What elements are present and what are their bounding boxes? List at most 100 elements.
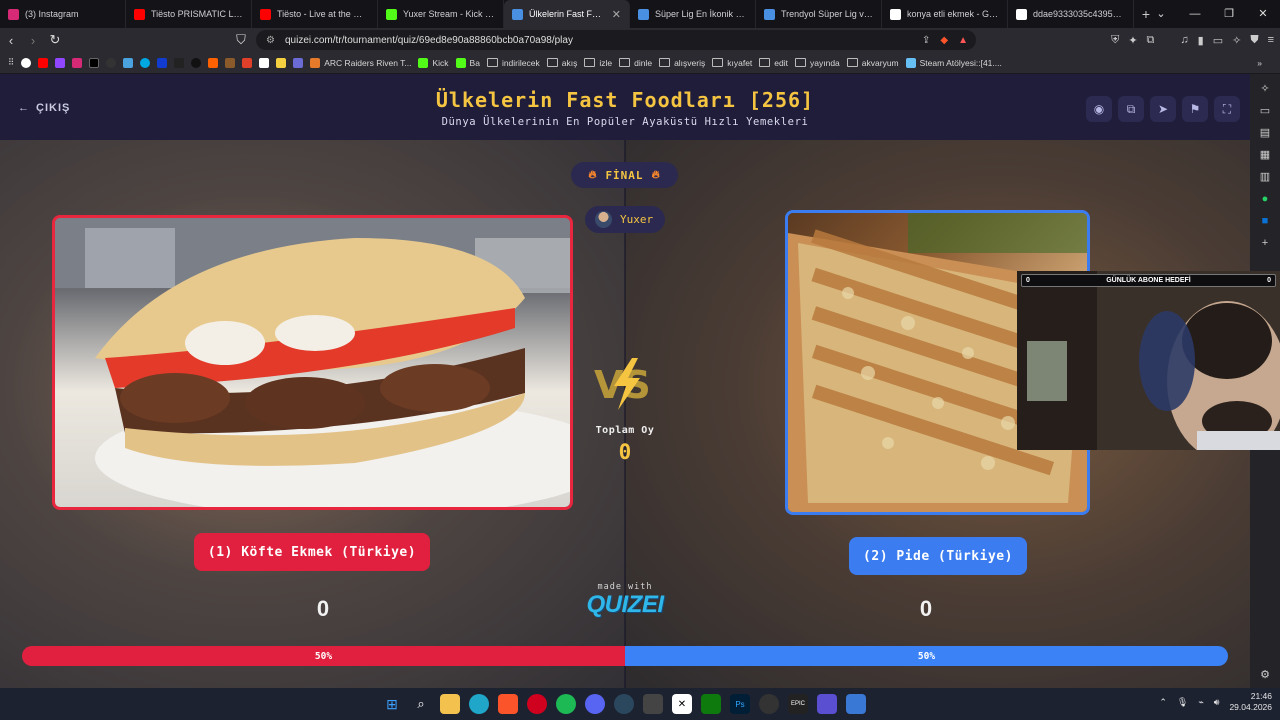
disney-icon[interactable] xyxy=(157,57,168,68)
obs-icon[interactable] xyxy=(759,694,779,714)
option-card-left[interactable] xyxy=(52,215,573,510)
browser-tab[interactable]: Trendyol Süper Lig ve 1.Lig xyxy=(756,0,882,28)
calculator-icon[interactable] xyxy=(643,694,663,714)
menu-icon[interactable]: ≡ xyxy=(1268,34,1274,46)
bookmark-item[interactable]: Steam Atölyesi::[41.... xyxy=(905,57,1002,68)
twitch-icon[interactable] xyxy=(55,57,66,68)
bookmark-folder[interactable]: kıyafet xyxy=(712,58,752,68)
app-icon[interactable] xyxy=(817,694,837,714)
hb-icon[interactable] xyxy=(208,57,219,68)
sidebar-toggle-icon[interactable]: ▮ xyxy=(1198,34,1204,47)
wallet-icon[interactable]: ▭ xyxy=(1213,34,1223,47)
address-bar[interactable]: ⚙ quizei.com/tr/tournament/quiz/69ed8e90… xyxy=(256,30,976,50)
xbox-icon[interactable] xyxy=(701,694,721,714)
vpn-shield-icon[interactable]: ⛊ xyxy=(1250,34,1258,47)
outlook-icon[interactable]: ■ xyxy=(1258,214,1272,228)
google-icon[interactable] xyxy=(21,57,32,68)
tiktok-icon[interactable] xyxy=(191,57,202,68)
windows-start-icon[interactable]: ⊞ xyxy=(382,694,402,714)
cloud-icon[interactable] xyxy=(123,57,134,68)
capcut-icon[interactable]: ✕ xyxy=(672,694,692,714)
instagram-icon[interactable] xyxy=(72,57,83,68)
n-icon[interactable] xyxy=(225,57,236,68)
option-left-name-button[interactable]: (1) Köfte Ekmek (Türkiye) xyxy=(194,533,430,571)
quizei-logo[interactable]: QUIZEI xyxy=(575,591,675,619)
edge-icon[interactable] xyxy=(469,694,489,714)
bookmark-folder[interactable]: dinle xyxy=(619,58,652,68)
option-right-name-button[interactable]: (2) Pide (Türkiye) xyxy=(849,537,1027,575)
prime-icon[interactable] xyxy=(140,57,151,68)
browser-tab[interactable]: Yuxer Stream - Kick Da xyxy=(378,0,504,28)
fullscreen-icon[interactable]: ⛶ xyxy=(1214,96,1240,122)
sidebar-settings-icon[interactable]: ⚙ xyxy=(1258,668,1272,682)
media-icon[interactable]: ♫ xyxy=(1180,34,1188,46)
bookmark-folder[interactable]: yayında xyxy=(795,58,840,68)
screenshot-icon[interactable]: ⧉ xyxy=(1147,34,1155,47)
settings-app-icon[interactable] xyxy=(846,694,866,714)
photoshop-icon[interactable]: Ps xyxy=(730,694,750,714)
microphone-icon[interactable]: 🎙︎ xyxy=(1177,697,1188,708)
reload-button[interactable]: ↻ xyxy=(44,32,66,48)
browser-tab[interactable]: Tiësto PRISMATIC Live Me xyxy=(126,0,252,28)
eye-icon[interactable]: ◉ xyxy=(1086,96,1112,122)
flag-icon[interactable]: ⚑ xyxy=(1182,96,1208,122)
brave-icon[interactable] xyxy=(498,694,518,714)
brave-shield-icon[interactable]: ◆ xyxy=(940,35,948,46)
maximize-button[interactable]: ❐ xyxy=(1212,0,1246,28)
bookmark-folder[interactable]: izle xyxy=(584,58,612,68)
leo-icon[interactable]: ✧ xyxy=(1232,34,1241,47)
bookmark-folder[interactable]: alışveriş xyxy=(659,58,705,68)
volume-icon[interactable]: 🔊︎ xyxy=(1214,697,1220,708)
bookmark-folder[interactable]: akvaryum xyxy=(846,58,899,68)
apps-icon[interactable]: ⠿ xyxy=(8,57,14,68)
network-icon[interactable]: ⌁ xyxy=(1198,697,1203,708)
extensions-icon[interactable]: ✦ xyxy=(1128,34,1137,47)
bookmarks-sidebar-icon[interactable]: ▥ xyxy=(1258,170,1272,184)
bookmark-item[interactable]: ARC Raiders Riven T... xyxy=(310,57,411,68)
youtube-icon[interactable] xyxy=(38,57,49,68)
add-sidebar-icon[interactable]: + xyxy=(1258,236,1272,250)
b-icon[interactable] xyxy=(293,57,304,68)
browser-tab[interactable]: ddae9333035c43958dcdd xyxy=(1008,0,1134,28)
steam-icon[interactable] xyxy=(614,694,634,714)
epic-games-icon[interactable]: EPIC xyxy=(788,694,808,714)
browser-tab[interactable]: Süper Lig En İkonik Gol Se xyxy=(630,0,756,28)
whatsapp-icon[interactable]: ● xyxy=(1258,192,1272,206)
close-window-button[interactable]: ✕ xyxy=(1246,0,1280,28)
x-icon[interactable] xyxy=(89,57,100,68)
browser-tab[interactable]: konya etli ekmek - Google xyxy=(882,0,1008,28)
browser-tab[interactable]: Tiësto - Live at the Great P xyxy=(252,0,378,28)
discord-icon[interactable] xyxy=(585,694,605,714)
note-icon[interactable] xyxy=(276,57,287,68)
m-icon[interactable] xyxy=(242,57,253,68)
minimize-button[interactable]: — xyxy=(1178,0,1212,28)
history-icon[interactable]: ▦ xyxy=(1258,148,1272,162)
clock[interactable]: 21:46 29.04.2026 xyxy=(1229,691,1272,713)
bookmark-icon[interactable]: ⛉ xyxy=(230,32,252,48)
search-icon[interactable]: ⌕ xyxy=(411,694,431,714)
bookmark-folder[interactable]: edit xyxy=(759,58,788,68)
tabs-icon[interactable]: ▭ xyxy=(1258,104,1272,118)
close-tab-icon[interactable]: ✕ xyxy=(612,8,621,21)
amazon-icon[interactable] xyxy=(259,57,270,68)
vpn-icon[interactable]: ⛨ xyxy=(1111,34,1119,47)
tray-expand-icon[interactable]: ⌃ xyxy=(1159,697,1167,708)
browser-tab[interactable]: Ülkelerin Fast Foodlar ✕ xyxy=(504,0,630,28)
file-explorer-icon[interactable] xyxy=(440,694,460,714)
spotify-icon[interactable] xyxy=(556,694,576,714)
site-info-icon[interactable]: ⚙ xyxy=(266,35,275,46)
forward-button[interactable]: › xyxy=(22,33,44,48)
external-link-icon[interactable]: ⧉ xyxy=(1118,96,1144,122)
bookmark-folder[interactable]: akış xyxy=(546,58,577,68)
browser-tab[interactable]: (3) Instagram xyxy=(0,0,126,28)
leo-sidebar-icon[interactable]: ✧ xyxy=(1258,82,1272,96)
bookmark-item[interactable]: Kick xyxy=(418,57,449,68)
reading-list-icon[interactable]: ▤ xyxy=(1258,126,1272,140)
opera-icon[interactable] xyxy=(527,694,547,714)
brave-rewards-icon[interactable]: ▲ xyxy=(958,35,968,46)
share-icon[interactable]: ⇪ xyxy=(922,35,930,46)
send-icon[interactable]: ➤ xyxy=(1150,96,1176,122)
w-icon[interactable] xyxy=(174,57,185,68)
more-bookmarks-icon[interactable]: » xyxy=(1257,58,1262,68)
bookmark-item[interactable]: Ba xyxy=(455,57,480,68)
